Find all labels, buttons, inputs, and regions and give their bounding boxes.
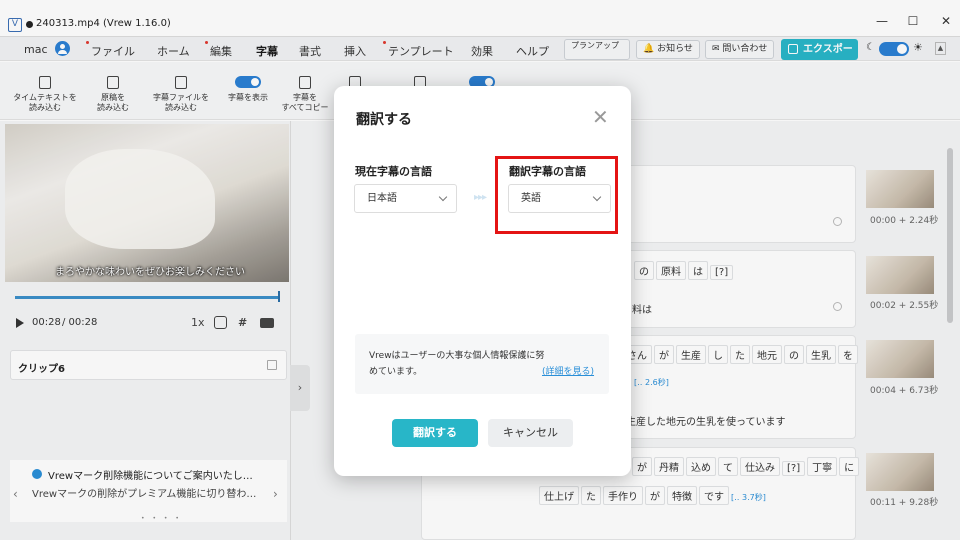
chevron-down-icon bbox=[438, 192, 448, 202]
highlight-box bbox=[495, 156, 618, 234]
privacy-notice: Vrewはユーザーの大事な個人情報保護に努めています。 (詳細を見る) bbox=[355, 334, 609, 394]
close-icon[interactable]: ✕ bbox=[592, 105, 609, 129]
translate-button[interactable]: 翻訳する bbox=[392, 419, 478, 447]
dialog-title: 翻訳する bbox=[356, 112, 412, 128]
cancel-button[interactable]: キャンセル bbox=[488, 419, 573, 447]
current-language-label: 現在字幕の言語 bbox=[355, 165, 432, 178]
privacy-text: Vrewはユーザーの大事な個人情報保護に努めています。 bbox=[369, 351, 545, 377]
translate-dialog: 翻訳する ✕ 現在字幕の言語 日本語 ▸▸▸ 翻訳字幕の言語 英語 Vrewはユ… bbox=[334, 86, 631, 476]
arrow-right-icon: ▸▸▸ bbox=[474, 192, 487, 203]
current-language-select[interactable]: 日本語 bbox=[354, 184, 457, 213]
privacy-details-link[interactable]: (詳細を見る) bbox=[542, 364, 594, 377]
